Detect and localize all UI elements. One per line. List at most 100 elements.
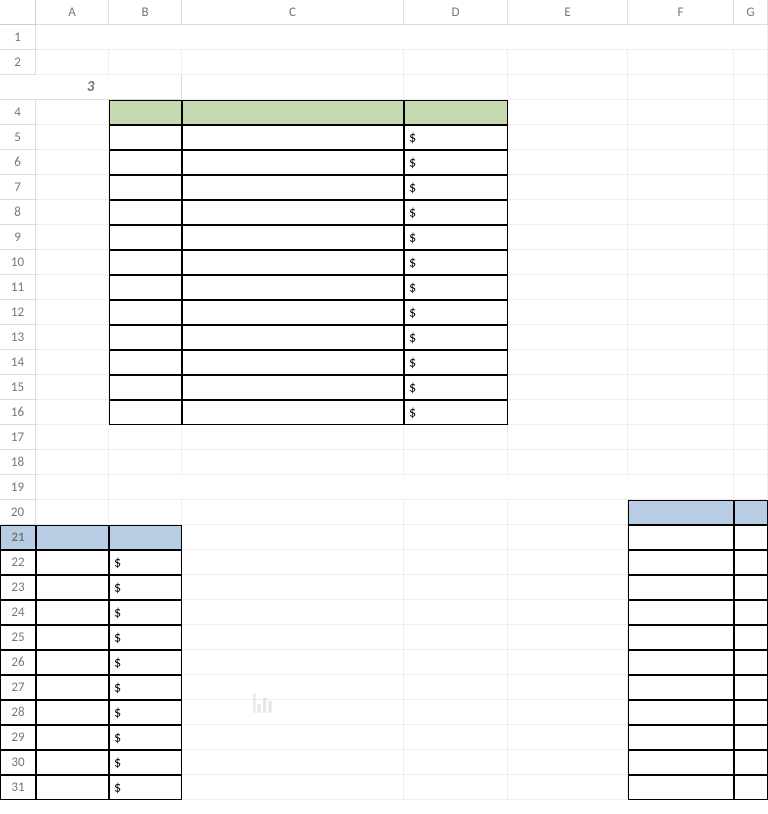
row-header-15[interactable]: 15	[0, 375, 36, 400]
cell-E25[interactable]	[508, 625, 628, 650]
page-title[interactable]	[36, 25, 768, 50]
st-total[interactable]: $	[109, 600, 182, 625]
st-total[interactable]: $	[109, 725, 182, 750]
st-price[interactable]: 30	[0, 750, 36, 775]
pl-name[interactable]	[182, 275, 404, 300]
pl-price[interactable]: $	[404, 200, 508, 225]
st-id[interactable]	[628, 700, 734, 725]
cell-E13[interactable]	[508, 325, 628, 350]
st-header-qty[interactable]	[36, 525, 109, 550]
st-name[interactable]	[734, 550, 768, 575]
cell-G9[interactable]	[734, 225, 768, 250]
col-header-E[interactable]: E	[508, 0, 628, 25]
st-total[interactable]: $	[109, 675, 182, 700]
st-price[interactable]: 24	[0, 600, 36, 625]
st-id[interactable]	[628, 650, 734, 675]
cell-E27[interactable]	[508, 675, 628, 700]
cell-G2[interactable]	[734, 50, 768, 75]
pl-name[interactable]	[182, 175, 404, 200]
pl-id[interactable]	[109, 150, 182, 175]
cell-E5[interactable]	[508, 125, 628, 150]
cell-F7[interactable]	[628, 175, 734, 200]
st-qty[interactable]	[36, 725, 109, 750]
row-header-11[interactable]: 11	[0, 275, 36, 300]
st-name[interactable]	[734, 700, 768, 725]
cell-D2[interactable]	[404, 50, 508, 75]
row-header-14[interactable]: 14	[0, 350, 36, 375]
cell-G11[interactable]	[734, 275, 768, 300]
cell-E3[interactable]	[508, 75, 628, 100]
st-name[interactable]	[734, 775, 768, 800]
st-name[interactable]	[734, 575, 768, 600]
cell-C17[interactable]	[182, 425, 404, 450]
cell-A18[interactable]	[36, 450, 109, 475]
st-qty[interactable]	[36, 625, 109, 650]
pl-name[interactable]	[182, 325, 404, 350]
st-qty[interactable]	[36, 675, 109, 700]
cell-D28[interactable]	[404, 700, 508, 725]
cell-G7[interactable]	[734, 175, 768, 200]
cell-F14[interactable]	[628, 350, 734, 375]
cell-C2[interactable]	[182, 50, 404, 75]
st-name[interactable]	[734, 525, 768, 550]
cell-F3[interactable]	[628, 75, 734, 100]
cell-G14[interactable]	[734, 350, 768, 375]
cell-F17[interactable]	[628, 425, 734, 450]
col-header-D[interactable]: D	[404, 0, 508, 25]
pl-id[interactable]	[109, 275, 182, 300]
cell-E14[interactable]	[508, 350, 628, 375]
st-total[interactable]: $	[109, 750, 182, 775]
cell-F6[interactable]	[628, 150, 734, 175]
st-id[interactable]	[628, 525, 734, 550]
cell-E11[interactable]	[508, 275, 628, 300]
cell-D25[interactable]	[404, 625, 508, 650]
pl-header-name[interactable]	[182, 100, 404, 125]
pl-price[interactable]: $	[404, 400, 508, 425]
cell-G15[interactable]	[734, 375, 768, 400]
pl-name[interactable]	[182, 350, 404, 375]
cell-A9[interactable]	[36, 225, 109, 250]
cell-C24[interactable]	[182, 600, 404, 625]
cell-E21[interactable]	[508, 525, 628, 550]
cell-D24[interactable]	[404, 600, 508, 625]
st-qty[interactable]	[36, 750, 109, 775]
pl-price[interactable]: $	[404, 375, 508, 400]
cell-F5[interactable]	[628, 125, 734, 150]
st-qty[interactable]	[36, 550, 109, 575]
cell-C3[interactable]	[182, 75, 404, 100]
cell-A8[interactable]	[36, 200, 109, 225]
cell-E16[interactable]	[508, 400, 628, 425]
pl-name[interactable]	[182, 125, 404, 150]
st-qty[interactable]	[36, 700, 109, 725]
cell-G18[interactable]	[734, 450, 768, 475]
pl-price[interactable]: $	[404, 300, 508, 325]
cell-A16[interactable]	[36, 400, 109, 425]
cell-A13[interactable]	[36, 325, 109, 350]
cell-E28[interactable]	[508, 700, 628, 725]
pl-name[interactable]	[182, 150, 404, 175]
st-price[interactable]: 22	[0, 550, 36, 575]
cell-E7[interactable]	[508, 175, 628, 200]
row-header-19[interactable]: 19	[0, 475, 36, 500]
st-total[interactable]: $	[109, 700, 182, 725]
row-header-8[interactable]: 8	[0, 200, 36, 225]
row-header-9[interactable]: 9	[0, 225, 36, 250]
cell-E9[interactable]	[508, 225, 628, 250]
cell-A12[interactable]	[36, 300, 109, 325]
row-header-10[interactable]: 10	[0, 250, 36, 275]
cell-E26[interactable]	[508, 650, 628, 675]
row-header-5[interactable]: 5	[0, 125, 36, 150]
cell-E29[interactable]	[508, 725, 628, 750]
st-id[interactable]	[628, 575, 734, 600]
cell-C21[interactable]	[182, 525, 404, 550]
cell-D21[interactable]	[404, 525, 508, 550]
col-header-A[interactable]: A	[36, 0, 109, 25]
row-header-16[interactable]: 16	[0, 400, 36, 425]
pl-header-price[interactable]	[404, 100, 508, 125]
st-name[interactable]	[734, 650, 768, 675]
st-total[interactable]: $	[109, 625, 182, 650]
st-price[interactable]: 28	[0, 700, 36, 725]
cell-E8[interactable]	[508, 200, 628, 225]
col-header-G[interactable]: G	[734, 0, 768, 25]
cell-B2[interactable]	[109, 50, 182, 75]
